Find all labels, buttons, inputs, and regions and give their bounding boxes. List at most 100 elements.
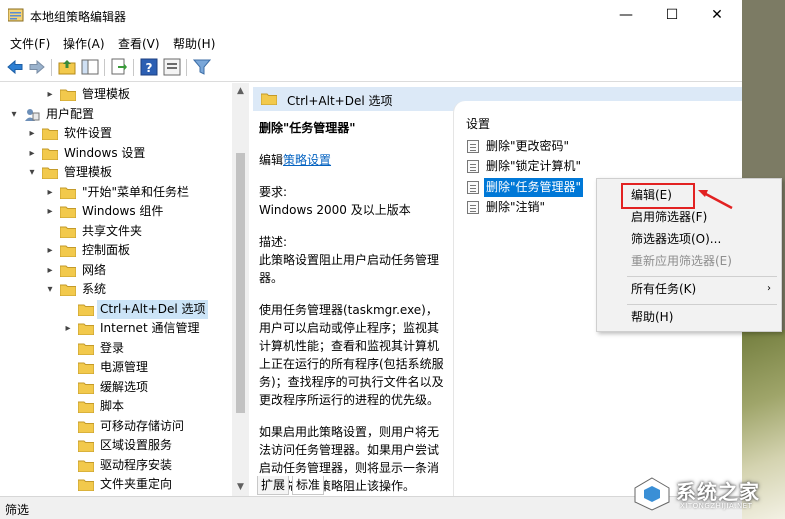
tree-item[interactable]: 区域设置服务 [0, 436, 232, 455]
tree-item[interactable]: ▸ Windows 组件 [0, 202, 232, 221]
tree-item-label: 软件设置 [64, 126, 113, 140]
minimize-button[interactable]: — [603, 0, 649, 31]
menu-view[interactable]: 查看(V) [118, 35, 160, 52]
export-list-icon[interactable] [110, 58, 128, 76]
folder-icon [42, 128, 58, 140]
tree-item[interactable]: 脚本 [0, 397, 232, 416]
folder-icon [78, 460, 94, 472]
tree-item-label: 可移动存储访问 [100, 418, 185, 433]
expand-arrow-icon[interactable]: ▸ [62, 319, 74, 338]
folder-icon [60, 284, 76, 296]
collapse-arrow-icon[interactable]: ▾ [44, 280, 56, 299]
back-icon[interactable] [6, 58, 24, 76]
menu-help[interactable]: 帮助(H) [173, 35, 215, 52]
expand-arrow-icon[interactable]: ▸ [44, 85, 56, 104]
tab-standard[interactable]: 标准 [292, 476, 325, 495]
tree-item[interactable]: ▸ 软件设置 [0, 124, 232, 143]
folder-icon [78, 479, 94, 491]
tree-item[interactable]: ▸ 管理模板 [0, 85, 232, 104]
scroll-up-arrow[interactable]: ▲ [232, 83, 249, 100]
tree-item[interactable]: 电源管理 [0, 358, 232, 377]
folder-icon [78, 382, 94, 394]
show-hide-tree-icon[interactable] [81, 58, 99, 76]
scroll-thumb[interactable] [236, 153, 245, 413]
edit-policy-link[interactable]: 策略设置 [283, 153, 331, 167]
tab-extended[interactable]: 扩展 [257, 476, 290, 495]
collapse-arrow-icon[interactable]: ▾ [26, 163, 38, 182]
tree-item-label: 电源管理 [100, 360, 149, 374]
menu-item-help[interactable]: 帮助(H) [597, 306, 781, 328]
tree-scrollbar[interactable]: ▲ ▼ [232, 83, 249, 496]
policy-title: 删除"任务管理器" [259, 121, 356, 135]
tree-item-label: Ctrl+Alt+Del 选项 [97, 299, 209, 319]
expand-arrow-icon[interactable]: ▸ [44, 241, 56, 260]
tree-item[interactable]: 共享文件夹 [0, 222, 232, 241]
tree-item[interactable]: 驱动程序安装 [0, 456, 232, 475]
menu-item-all-tasks[interactable]: 所有任务(K) › [597, 278, 781, 300]
status-text: 筛选 [5, 503, 30, 517]
tree-item[interactable]: 文件夹重定向 [0, 475, 232, 494]
close-button[interactable]: ✕ [694, 0, 740, 31]
tree-item[interactable]: ▸ Windows 设置 [0, 144, 232, 163]
tree-item[interactable]: ▸ 网络 [0, 261, 232, 280]
folder-icon [60, 245, 76, 257]
window-title: 本地组策略编辑器 [30, 10, 127, 24]
tree-item[interactable]: 可移动存储访问 [0, 417, 232, 436]
up-folder-icon[interactable] [58, 58, 76, 76]
folder-icon [60, 89, 76, 101]
tree-item[interactable]: 缓解选项 [0, 378, 232, 397]
filter-icon[interactable] [193, 58, 211, 76]
title-bar[interactable]: 本地组策略编辑器 — ☐ ✕ [0, 0, 742, 31]
tree-item-label: 驱动程序安装 [100, 457, 173, 472]
folder-icon [261, 93, 277, 105]
watermark-logo-icon [634, 477, 670, 511]
expand-arrow-icon[interactable]: ▸ [44, 261, 56, 280]
scroll-down-arrow[interactable]: ▼ [232, 479, 249, 496]
policy-setting-icon [467, 181, 479, 194]
annotation-highlight-box [621, 183, 695, 209]
tree-item[interactable]: ▸ 控制面板 [0, 241, 232, 260]
help-icon[interactable]: ? [140, 58, 158, 76]
settings-column-header[interactable]: 设置 [466, 115, 490, 132]
view-tabs: 扩展 标准 [253, 476, 553, 496]
tree-item-label: 管理模板 [82, 87, 131, 101]
description-text: 描述: 此策略设置阻止用户启动任务管理器。 [259, 235, 440, 285]
menu-action[interactable]: 操作(A) [63, 35, 105, 52]
tree-item-label: 登录 [100, 340, 125, 355]
tree-item-label: 文件夹重定向 [100, 477, 173, 491]
tree-item-label: 系统 [82, 282, 107, 296]
tree-item[interactable]: ▸ "开始"菜单和任务栏 [0, 183, 232, 202]
tree-item-label: "开始"菜单和任务栏 [82, 184, 190, 199]
collapse-arrow-icon[interactable]: ▾ [8, 105, 20, 124]
tree-item-label: 管理模板 [64, 165, 113, 179]
forward-icon[interactable] [28, 58, 46, 76]
folder-icon [78, 304, 94, 316]
app-icon [8, 8, 24, 22]
menu-item-enable-filter[interactable]: 启用筛选器(F) [597, 206, 781, 228]
tree-item[interactable]: ▾ 管理模板 [0, 163, 232, 182]
folder-icon [60, 187, 76, 199]
menu-bar: 文件(F) 操作(A) 查看(V) 帮助(H) [0, 31, 742, 53]
expand-arrow-icon[interactable]: ▸ [26, 144, 38, 163]
expand-arrow-icon[interactable]: ▸ [26, 124, 38, 143]
expand-arrow-icon[interactable]: ▸ [44, 183, 56, 202]
folder-icon [78, 323, 94, 335]
requirements: 要求: Windows 2000 及以上版本 [259, 185, 411, 217]
tree-item[interactable]: ▸ Internet 通信管理 [0, 319, 232, 338]
svg-text:?: ? [146, 61, 153, 75]
expand-arrow-icon[interactable]: ▸ [44, 202, 56, 221]
folder-icon [78, 362, 94, 374]
properties-icon[interactable] [163, 58, 181, 76]
menu-file[interactable]: 文件(F) [10, 35, 50, 52]
folder-icon [78, 440, 94, 452]
menu-item-filter-options[interactable]: 筛选器选项(O)... [597, 228, 781, 250]
maximize-button[interactable]: ☐ [649, 0, 695, 31]
tree-pane[interactable]: ▸ 管理模板 ▾ 用户配置 ▸ 软件设置 ▸ Windows 设置 ▾ 管理模板 ▸ "开始"菜单和任… [0, 83, 249, 496]
tree-item[interactable]: 登录 [0, 339, 232, 358]
tree-item-label: 用户配置 [46, 106, 95, 121]
tree-item-selected[interactable]: Ctrl+Alt+Del 选项 [0, 299, 232, 319]
tree-item[interactable]: ▾ 系统 [0, 280, 232, 299]
tree-item[interactable]: ▾ 用户配置 [0, 105, 232, 124]
folder-icon [78, 401, 94, 413]
folder-icon [42, 148, 58, 160]
